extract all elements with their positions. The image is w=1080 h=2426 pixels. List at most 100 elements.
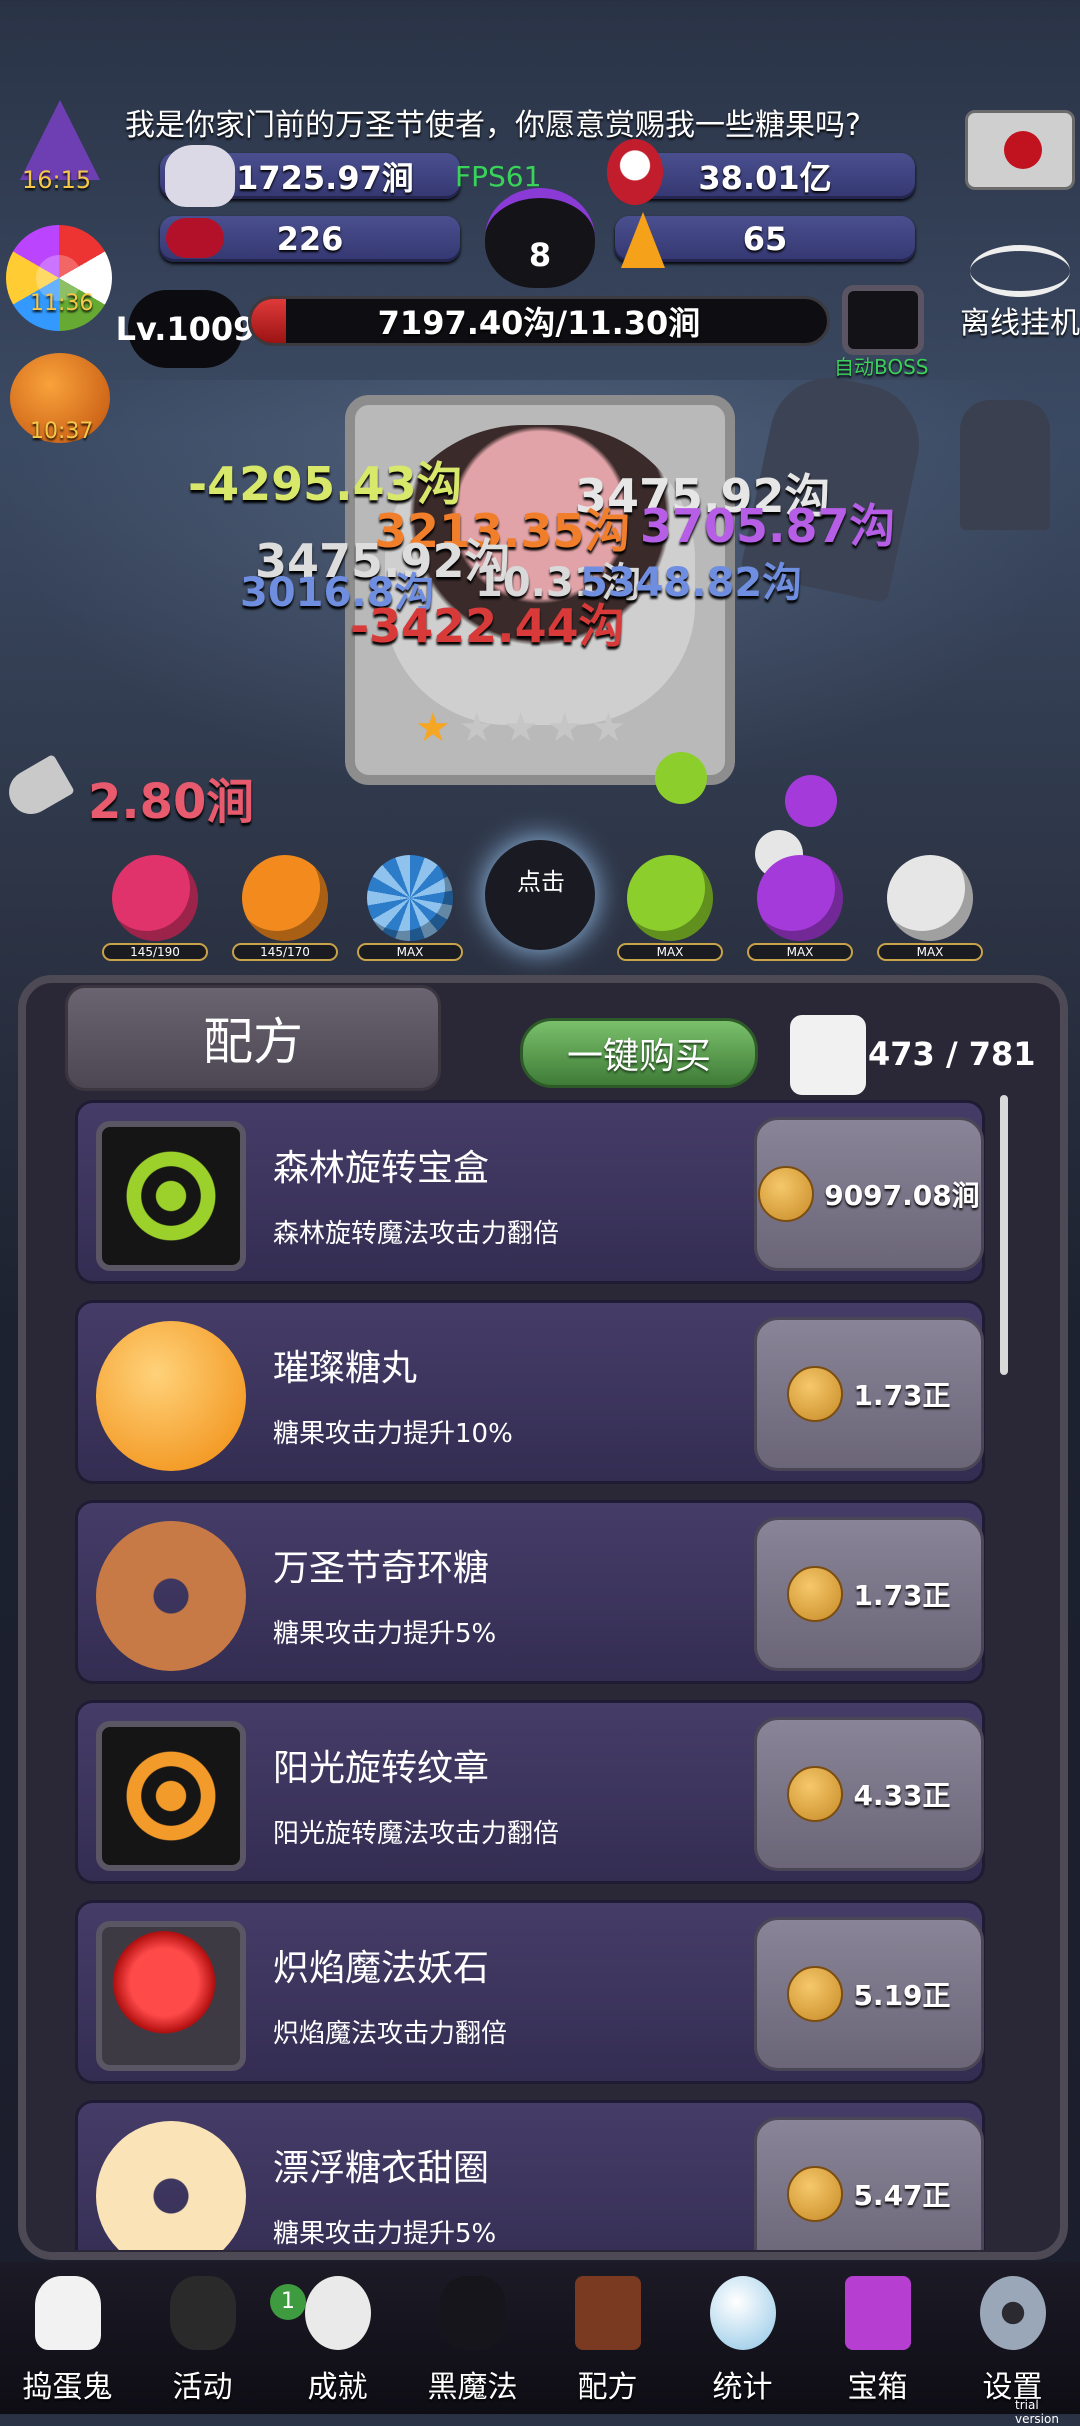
fish-bone-icon: [970, 245, 1070, 297]
nav-recipes[interactable]: 配方: [540, 2262, 675, 2414]
monster-orange-skull[interactable]: 145/170: [230, 855, 340, 965]
pumpkin-coin-icon: [787, 1766, 844, 1822]
pink-skull-icon: [112, 855, 198, 941]
orange-skull-icon: [242, 855, 328, 941]
recipe-name: 万圣节奇环糖: [273, 1548, 490, 1589]
recipe-desc: 森林旋转魔法攻击力翻倍: [273, 1219, 560, 1249]
halloween-donut-icon: [96, 1521, 246, 1671]
floating-green-skull: [655, 752, 707, 804]
level-badge: Lv.1009: [116, 290, 255, 368]
nav-label: 黑魔法: [427, 2370, 518, 2405]
recipe-price: 5.19正: [853, 1979, 951, 2012]
recipe-price: 5.47正: [853, 2179, 951, 2212]
candy-corn-stat: 65: [615, 212, 915, 268]
monster-black-cat[interactable]: 点击: [475, 830, 605, 960]
nav-trickster[interactable]: 捣蛋鬼: [0, 2262, 135, 2414]
monster-level-bar: 145/190: [102, 943, 208, 961]
gift-box-icon: [845, 2276, 911, 2350]
recipe-buy-button[interactable]: 1.73正: [754, 1517, 984, 1671]
recipe-buy-button[interactable]: 5.19正: [754, 1917, 984, 2071]
nav-label: 配方: [577, 2370, 638, 2405]
timer-label: 16:15: [22, 166, 92, 194]
sunlight-swirl-badge-icon: [96, 1721, 246, 1871]
ghost-icon: [35, 2276, 101, 2350]
recipe-desc: 炽焰魔法攻击力翻倍: [273, 2019, 508, 2049]
nav-label: 活动: [172, 2370, 233, 2405]
hp-bar-text: 7197.40沟/11.30涧: [377, 304, 701, 342]
pumpkin-coin-icon: [758, 1166, 815, 1222]
recipe-price: 9097.08涧: [824, 1179, 980, 1212]
nav-statistics[interactable]: 统计: [675, 2262, 810, 2414]
recipe-row: 阳光旋转纹章 阳光旋转魔法攻击力翻倍 4.33正: [75, 1700, 985, 1884]
buy-all-button[interactable]: 一键购买: [520, 1018, 758, 1088]
hp-bar: 7197.40沟/11.30涧: [248, 296, 830, 346]
pumpkin-coin-icon: [787, 1566, 844, 1622]
pumpkin-timer[interactable]: 10:37: [6, 345, 114, 453]
skull-trophy-icon: [305, 2276, 371, 2350]
skull-potion-icon: [607, 139, 663, 205]
monster-purple-skull[interactable]: MAX: [745, 855, 855, 965]
nav-label: 统计: [712, 2370, 773, 2405]
nav-events[interactable]: 活动: [135, 2262, 270, 2414]
crystal-ball-icon: [710, 2276, 776, 2350]
gold-stat: 1725.97涧: [160, 145, 460, 207]
recipe-desc: 糖果攻击力提升5%: [273, 2219, 497, 2249]
axe-damage-value: 2.80涧: [88, 774, 255, 830]
witch-hat-timer[interactable]: 16:15: [2, 100, 114, 195]
nav-settings[interactable]: 设置: [945, 2262, 1080, 2414]
blue-candy-icon: [367, 855, 453, 941]
recipe-name: 森林旋转宝盒: [273, 1148, 490, 1189]
candy-bag-icon: [165, 145, 235, 207]
forest-swirl-box-icon: [96, 1121, 246, 1271]
monster-level-bar: MAX: [747, 943, 853, 961]
damage-number: -3422.44沟: [350, 599, 625, 653]
offline-idle-button[interactable]: 离线挂机: [960, 240, 1080, 341]
damage-number: 3705.87沟: [640, 499, 896, 553]
mail-button[interactable]: [965, 110, 1075, 190]
click-label: 点击: [517, 868, 565, 896]
green-skull-icon: [627, 855, 713, 941]
pumpkin-coin-icon: [787, 1366, 844, 1422]
tombstone-far-right: [960, 400, 1050, 530]
recipe-price: 1.73正: [853, 1379, 951, 1412]
lollipop-timer[interactable]: 11:36: [6, 225, 112, 331]
monster-white-skull[interactable]: MAX: [875, 855, 985, 965]
recipe-buy-button[interactable]: 5.47正: [754, 2117, 984, 2250]
panda-icon: [790, 1015, 866, 1095]
tab-recipes[interactable]: 配方: [65, 985, 441, 1091]
recipe-progress: 473 / 781: [868, 1035, 1036, 1073]
recipe-row: 炽焰魔法妖石 炽焰魔法攻击力翻倍 5.19正: [75, 1900, 985, 2084]
recipe-buy-button[interactable]: 9097.08涧: [754, 1117, 984, 1271]
pumpkin-coin-icon: [787, 1966, 844, 2022]
axe-damage: 2.80涧: [0, 753, 254, 830]
offline-idle-label: 离线挂机: [960, 306, 1080, 341]
recipe-buy-button[interactable]: 1.73正: [754, 1317, 984, 1471]
nav-achievements[interactable]: 1 成就: [270, 2262, 405, 2414]
monster-blue-candy[interactable]: MAX: [355, 855, 465, 965]
nav-black-magic[interactable]: 黑魔法: [405, 2262, 540, 2414]
monster-level-bar: MAX: [877, 943, 983, 961]
star-empty-icon: ★: [502, 705, 539, 751]
candy-bow-stat: 226: [160, 216, 460, 262]
star-rating: ★ ★ ★ ★ ★: [415, 705, 675, 751]
monster-green-skull[interactable]: MAX: [615, 855, 725, 965]
cake-icon: [170, 2276, 236, 2350]
candy-corn-icon: [621, 212, 665, 268]
watermark: trial version: [1015, 2398, 1059, 2426]
white-skull-icon: [887, 855, 973, 941]
axe-icon: [1, 753, 75, 823]
potion-stat: 38.01亿: [607, 139, 915, 205]
monster-pink-skull[interactable]: 145/190: [100, 855, 210, 965]
timer-label: 10:37: [30, 419, 94, 444]
devil-icon: [440, 2276, 506, 2350]
recipe-name: 漂浮糖衣甜圈: [273, 2148, 490, 2189]
mail-icon: [1004, 131, 1042, 169]
recipe-row: 万圣节奇环糖 糖果攻击力提升5% 1.73正: [75, 1500, 985, 1684]
auto-boss-button[interactable]: 自动BOSS: [834, 285, 929, 380]
recipe-desc: 糖果攻击力提升5%: [273, 1619, 497, 1649]
recipe-buy-button[interactable]: 4.33正: [754, 1717, 984, 1871]
cauldron[interactable]: 8: [480, 180, 600, 288]
monster-level-bar: MAX: [617, 943, 723, 961]
nav-treasure[interactable]: 宝箱: [810, 2262, 945, 2414]
timer-label: 11:36: [30, 291, 94, 316]
